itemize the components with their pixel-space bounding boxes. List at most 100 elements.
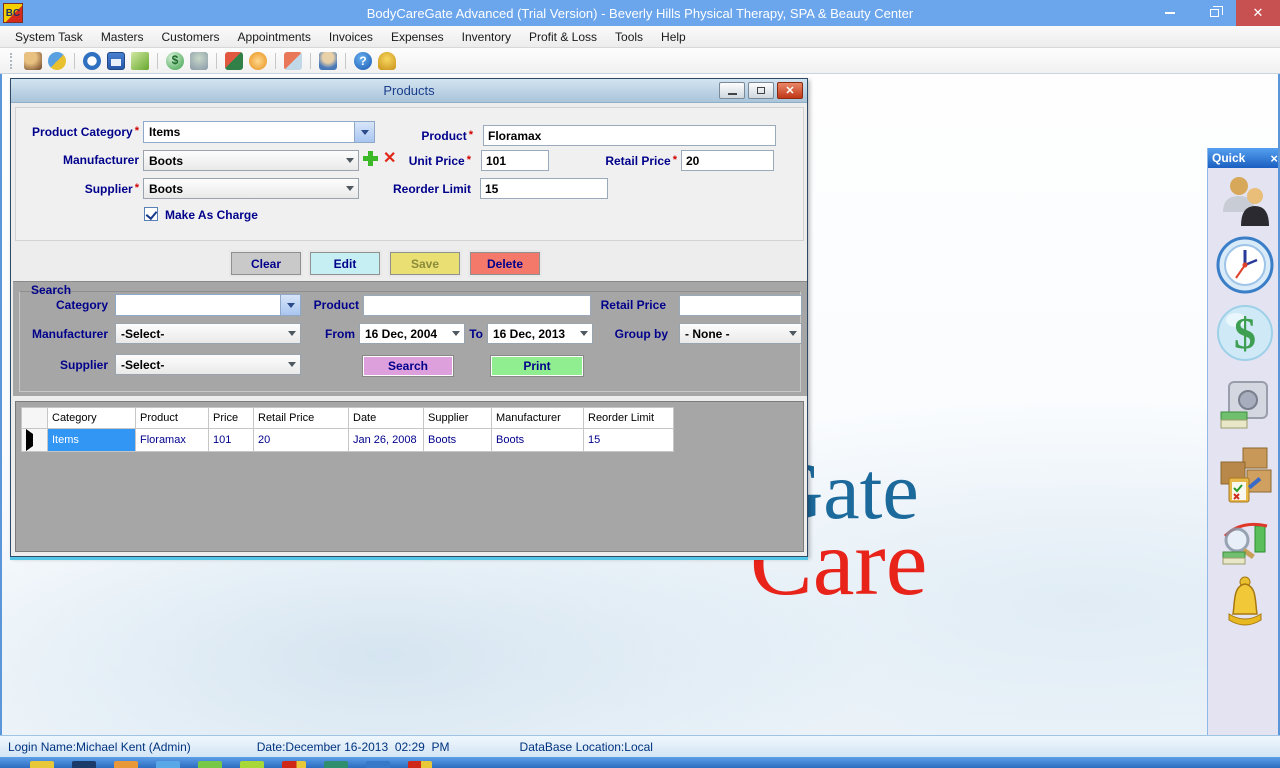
cell-date[interactable]: Jan 26, 2008 bbox=[349, 429, 424, 452]
from-label: From bbox=[263, 327, 355, 341]
clock-icon[interactable] bbox=[1216, 236, 1274, 299]
menu-appointments[interactable]: Appointments bbox=[229, 27, 320, 47]
delete-button[interactable]: Delete bbox=[470, 252, 540, 275]
cell-retail-price[interactable]: 20 bbox=[254, 429, 349, 452]
taskbar-icon[interactable] bbox=[198, 761, 222, 768]
make-as-charge-checkbox[interactable] bbox=[144, 207, 158, 221]
menu-system-task[interactable]: System Task bbox=[6, 27, 92, 47]
cell-supplier[interactable]: Boots bbox=[424, 429, 492, 452]
bell-icon[interactable] bbox=[378, 52, 396, 70]
taskbar-icon[interactable] bbox=[240, 761, 264, 768]
retail-price-input[interactable] bbox=[681, 150, 774, 171]
dialog-maximize-button[interactable] bbox=[748, 82, 774, 99]
unit-price-input[interactable] bbox=[481, 150, 549, 171]
product-input[interactable] bbox=[483, 125, 776, 146]
taskbar-icon[interactable] bbox=[366, 761, 390, 768]
menu-invoices[interactable]: Invoices bbox=[320, 27, 382, 47]
edit-button[interactable]: Edit bbox=[310, 252, 380, 275]
col-category[interactable]: Category bbox=[48, 408, 136, 429]
quick-panel-title: Quick bbox=[1212, 151, 1245, 165]
inventory-boxes-icon[interactable] bbox=[1215, 444, 1275, 509]
taskbar-icon[interactable] bbox=[408, 761, 432, 768]
product-category-combo[interactable]: Items bbox=[143, 121, 375, 143]
dialog-title: Products bbox=[383, 83, 434, 98]
plant-icon[interactable] bbox=[190, 52, 208, 70]
menu-masters[interactable]: Masters bbox=[92, 27, 153, 47]
reorder-limit-input[interactable] bbox=[480, 178, 608, 199]
window-title: BodyCareGate Advanced (Trial Version) - … bbox=[0, 6, 1280, 21]
chevron-down-icon[interactable] bbox=[284, 362, 300, 367]
main-titlebar: BC BodyCareGate Advanced (Trial Version)… bbox=[0, 0, 1280, 26]
search-retail-price-label: Retail Price bbox=[573, 298, 666, 312]
search-product-label: Product bbox=[265, 298, 359, 312]
report-search-icon[interactable] bbox=[1217, 518, 1273, 571]
refresh-swirl-icon[interactable] bbox=[249, 52, 267, 70]
quick-close-icon[interactable]: × bbox=[1270, 151, 1278, 166]
print-button[interactable]: Print bbox=[491, 356, 583, 376]
cell-product[interactable]: Floramax bbox=[136, 429, 209, 452]
group-by-dropdown[interactable]: - None - bbox=[679, 323, 802, 344]
menu-tools[interactable]: Tools bbox=[606, 27, 652, 47]
menu-customers[interactable]: Customers bbox=[153, 27, 229, 47]
chevron-down-icon[interactable] bbox=[785, 331, 801, 336]
cell-price[interactable]: 101 bbox=[209, 429, 254, 452]
col-product[interactable]: Product bbox=[136, 408, 209, 429]
col-reorder-limit[interactable]: Reorder Limit bbox=[584, 408, 674, 429]
user-report-icon[interactable] bbox=[319, 52, 337, 70]
menu-help[interactable]: Help bbox=[652, 27, 695, 47]
search-button[interactable]: Search bbox=[363, 356, 453, 376]
table-row[interactable]: Items Floramax 101 20 Jan 26, 2008 Boots… bbox=[22, 429, 674, 452]
dollar-coin-icon[interactable]: $ bbox=[166, 52, 184, 70]
menu-profit-loss[interactable]: Profit & Loss bbox=[520, 27, 606, 47]
menu-inventory[interactable]: Inventory bbox=[453, 27, 520, 47]
money-icon[interactable]: $ bbox=[1216, 304, 1274, 367]
calendar-icon[interactable] bbox=[107, 52, 125, 70]
col-date[interactable]: Date bbox=[349, 408, 424, 429]
cash-safe-icon[interactable] bbox=[1219, 380, 1271, 437]
dialog-close-button[interactable]: ✕ bbox=[777, 82, 803, 99]
taskbar-icon[interactable] bbox=[72, 761, 96, 768]
clear-button[interactable]: Clear bbox=[231, 252, 301, 275]
invoice-pen-icon[interactable] bbox=[131, 52, 149, 70]
search-product-input[interactable] bbox=[363, 295, 591, 316]
search-retail-price-input[interactable] bbox=[679, 295, 802, 316]
cell-manufacturer[interactable]: Boots bbox=[492, 429, 584, 452]
taskbar-icon[interactable] bbox=[282, 761, 306, 768]
user-edit-icon[interactable] bbox=[24, 52, 42, 70]
unit-price-label: Unit Price* bbox=[351, 154, 471, 168]
design-brush-icon[interactable] bbox=[48, 52, 66, 70]
search-category-label: Category bbox=[13, 298, 108, 312]
close-button[interactable]: ✕ bbox=[1236, 0, 1280, 26]
restore-button[interactable] bbox=[1192, 0, 1236, 26]
col-manufacturer[interactable]: Manufacturer bbox=[492, 408, 584, 429]
supplier-dropdown[interactable]: Boots bbox=[143, 178, 359, 199]
dialog-titlebar[interactable]: Products ✕ bbox=[11, 79, 807, 103]
clock-icon[interactable] bbox=[83, 52, 101, 70]
make-as-charge-label: Make As Charge bbox=[165, 208, 258, 222]
from-date-dropdown[interactable]: 16 Dec, 2004 bbox=[359, 323, 465, 344]
dialog-minimize-button[interactable] bbox=[719, 82, 745, 99]
status-login: Login Name:Michael Kent (Admin) bbox=[8, 740, 191, 754]
cell-category[interactable]: Items bbox=[48, 429, 136, 452]
taskbar-icon[interactable] bbox=[114, 761, 138, 768]
cart-icon[interactable] bbox=[225, 52, 243, 70]
cell-reorder-limit[interactable]: 15 bbox=[584, 429, 674, 452]
row-selector-arrow-icon bbox=[26, 429, 33, 451]
menu-expenses[interactable]: Expenses bbox=[382, 27, 453, 47]
taskbar-icon[interactable] bbox=[156, 761, 180, 768]
col-supplier[interactable]: Supplier bbox=[424, 408, 492, 429]
taskbar-icon[interactable] bbox=[30, 761, 54, 768]
save-button[interactable]: Save bbox=[390, 252, 460, 275]
report-chart-icon[interactable] bbox=[284, 52, 302, 70]
help-icon[interactable]: ? bbox=[354, 52, 372, 70]
manufacturer-dropdown[interactable]: Boots bbox=[143, 150, 359, 171]
customers-icon[interactable] bbox=[1217, 174, 1273, 233]
minimize-button[interactable] bbox=[1148, 0, 1192, 26]
taskbar-icon[interactable] bbox=[324, 761, 348, 768]
row-selector[interactable] bbox=[22, 429, 48, 452]
bell-icon[interactable] bbox=[1223, 576, 1267, 637]
col-retail-price[interactable]: Retail Price bbox=[254, 408, 349, 429]
search-supplier-dropdown[interactable]: -Select- bbox=[115, 354, 301, 375]
col-price[interactable]: Price bbox=[209, 408, 254, 429]
results-grid: Category Product Price Retail Price Date… bbox=[15, 401, 804, 552]
